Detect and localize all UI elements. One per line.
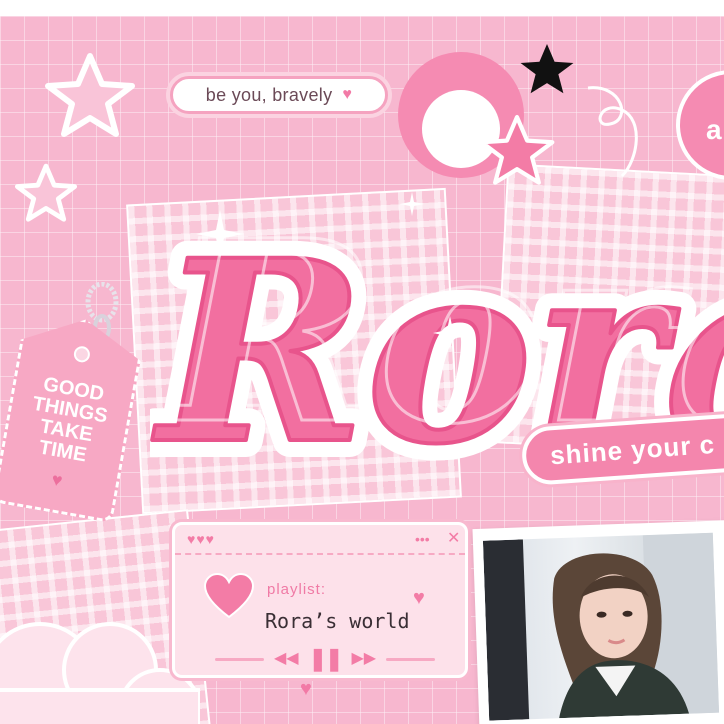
close-icon[interactable]: ✕	[447, 528, 460, 548]
pause-button[interactable]: ❚❚	[309, 648, 344, 670]
heart-icon	[203, 573, 255, 619]
heart-icon: ♥	[342, 86, 353, 103]
shine-banner-text: shine your c	[549, 428, 716, 470]
tag-text: GOOD THINGS TAKE TIME	[4, 369, 133, 472]
progress-line-left	[215, 657, 264, 661]
sparkle-star-icon	[44, 50, 136, 138]
tagline-pill: be you, bravely ♥	[170, 76, 388, 114]
tag-hole	[73, 345, 92, 364]
playlist-label: playlist:	[267, 581, 327, 598]
sparkle-star-icon	[14, 162, 78, 222]
portrait-illustration	[482, 532, 720, 721]
photo-frame	[472, 519, 724, 724]
progress-line-right	[386, 657, 435, 661]
playlist-name: Rora’s world	[265, 609, 410, 633]
previous-button[interactable]: ◀◀	[274, 650, 299, 668]
player-titlebar: ♥♥♥ ••• ✕	[175, 525, 465, 555]
cloud-icon	[0, 622, 200, 724]
next-button[interactable]: ▶▶	[351, 650, 376, 668]
heart-icon: ♥	[300, 678, 312, 700]
collage-canvas: be you, bravely ♥ a Rora Rora Rora GOOD …	[0, 0, 724, 724]
music-player-window: ♥♥♥ ••• ✕ playlist: Rora’s world ♥ ◀◀ ❚❚…	[172, 522, 468, 678]
dots-icon: •••	[415, 531, 430, 547]
tagline-text: be you, bravely	[205, 84, 333, 105]
heart-icon: ♥♥♥	[187, 531, 215, 547]
top-white-strip	[0, 0, 724, 16]
like-heart-icon[interactable]: ♥	[413, 587, 425, 610]
player-controls: ◀◀ ❚❚ ▶▶	[215, 647, 435, 671]
heart-icon: ♥	[50, 469, 65, 491]
portrait-photo	[482, 532, 720, 721]
black-star-icon	[518, 40, 576, 96]
